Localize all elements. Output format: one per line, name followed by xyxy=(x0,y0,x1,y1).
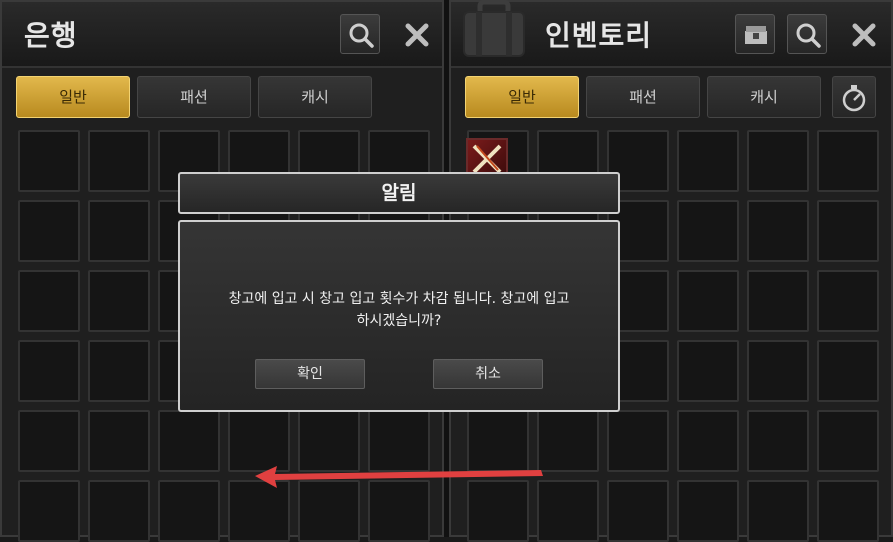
inventory-slot[interactable] xyxy=(747,340,809,402)
annotation-arrow xyxy=(255,466,543,488)
inventory-slot[interactable] xyxy=(18,340,80,402)
inventory-slot[interactable] xyxy=(88,130,150,192)
inventory-slot[interactable] xyxy=(88,480,150,542)
confirm-button[interactable]: 확인 xyxy=(255,359,365,389)
inventory-slot[interactable] xyxy=(817,410,879,472)
inventory-slot[interactable] xyxy=(158,480,220,542)
inventory-slot[interactable] xyxy=(88,270,150,332)
inventory-slot[interactable] xyxy=(747,270,809,332)
inventory-slot[interactable] xyxy=(747,410,809,472)
inventory-slot[interactable] xyxy=(677,410,739,472)
inventory-search-button[interactable] xyxy=(787,14,827,54)
bank-tab-cash[interactable]: 캐시 xyxy=(258,76,372,118)
dialog-message: 창고에 입고 시 창고 입고 횟수가 차감 됩니다. 창고에 입고 하시겠습니까… xyxy=(180,288,618,332)
close-icon xyxy=(405,23,429,47)
inventory-slot[interactable] xyxy=(677,130,739,192)
inventory-title: 인벤토리 xyxy=(545,19,653,52)
inventory-slot[interactable] xyxy=(88,340,150,402)
inventory-slot[interactable] xyxy=(817,130,879,192)
bank-search-button[interactable] xyxy=(340,14,380,54)
dialog-message-line-2: 하시겠습니까? xyxy=(356,313,442,329)
bag-icon xyxy=(463,0,525,57)
notice-dialog: 창고에 입고 시 창고 입고 횟수가 차감 됩니다. 창고에 입고 하시겠습니까… xyxy=(178,220,620,412)
bank-tab-fashion[interactable]: 패션 xyxy=(137,76,251,118)
cancel-button[interactable]: 취소 xyxy=(433,359,543,389)
inventory-tabs: 일반 패션 캐시 xyxy=(465,76,877,120)
inventory-slot[interactable] xyxy=(747,130,809,192)
inventory-slot[interactable] xyxy=(158,410,220,472)
bank-title: 은행 xyxy=(24,19,78,52)
chest-icon xyxy=(745,26,767,44)
inventory-slot[interactable] xyxy=(817,270,879,332)
inventory-tab-fashion[interactable]: 패션 xyxy=(586,76,700,118)
inventory-slot[interactable] xyxy=(817,480,879,542)
inventory-slot[interactable] xyxy=(677,480,739,542)
inventory-slot[interactable] xyxy=(88,200,150,262)
inventory-slot[interactable] xyxy=(817,340,879,402)
inventory-chest-button[interactable] xyxy=(735,14,775,54)
inventory-slot[interactable] xyxy=(18,480,80,542)
stopwatch-icon xyxy=(842,85,866,112)
bank-tabs: 일반 패션 캐시 xyxy=(16,76,428,120)
inventory-slot[interactable] xyxy=(18,200,80,262)
inventory-slot[interactable] xyxy=(607,480,669,542)
inventory-slot[interactable] xyxy=(677,270,739,332)
inventory-close-button[interactable] xyxy=(843,14,883,54)
bank-header[interactable]: 은행 xyxy=(2,2,442,68)
inventory-tab-cash[interactable]: 캐시 xyxy=(707,76,821,118)
dialog-message-line-1: 창고에 입고 시 창고 입고 횟수가 차감 됩니다. 창고에 입고 xyxy=(228,291,570,307)
bank-close-button[interactable] xyxy=(396,14,436,54)
inventory-slot[interactable] xyxy=(18,410,80,472)
search-icon xyxy=(349,23,374,48)
inventory-slot[interactable] xyxy=(677,340,739,402)
inventory-timer-button[interactable] xyxy=(832,76,876,118)
close-icon xyxy=(852,23,876,47)
bank-tab-general[interactable]: 일반 xyxy=(16,76,130,118)
inventory-slot[interactable] xyxy=(88,410,150,472)
inventory-slot[interactable] xyxy=(747,200,809,262)
search-icon xyxy=(796,23,821,48)
inventory-slot[interactable] xyxy=(18,270,80,332)
inventory-slot[interactable] xyxy=(18,130,80,192)
inventory-slot[interactable] xyxy=(607,410,669,472)
inventory-slot[interactable] xyxy=(677,200,739,262)
inventory-slot[interactable] xyxy=(817,200,879,262)
dialog-title: 알림 xyxy=(381,182,417,204)
inventory-slot[interactable] xyxy=(747,480,809,542)
dialog-title-bar: 알림 xyxy=(178,172,620,214)
inventory-tab-general[interactable]: 일반 xyxy=(465,76,579,118)
